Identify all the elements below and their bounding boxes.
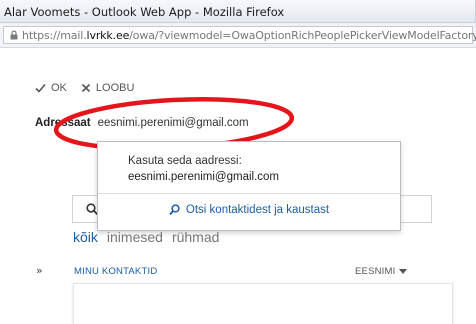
url-bar: https://mail.lvrkk.ee/owa/?viewmodel=Owa… (0, 23, 476, 48)
url-field[interactable]: https://mail.lvrkk.ee/owa/?viewmodel=Owa… (3, 26, 476, 44)
use-address-email[interactable]: eesnimi.perenimi@gmail.com (128, 169, 279, 185)
filter-groups[interactable]: rühmad (172, 229, 219, 245)
url-domain: lvrkk.ee (86, 29, 130, 42)
checkmark-icon (35, 83, 46, 93)
search-contacts-link[interactable]: Otsi kontaktidest ja kaustast (98, 204, 400, 216)
my-contacts-heading[interactable]: MINU KONTAKTID (74, 266, 157, 277)
url-text: https://mail.lvrkk.ee/owa/?viewmodel=Owa… (22, 29, 476, 42)
chevron-down-icon (399, 269, 408, 274)
sort-menu[interactable]: EESNIMI (355, 266, 408, 277)
contact-list-pane (73, 283, 453, 324)
window-title: Alar Voomets - Outlook Web App - Mozilla… (4, 5, 285, 19)
filter-tabs: kõik inimesed rühmad (73, 229, 228, 245)
expand-folders-button[interactable]: » (36, 264, 43, 277)
filter-people[interactable]: inimesed (107, 229, 163, 245)
window-titlebar: Alar Voomets - Outlook Web App - Mozilla… (0, 0, 476, 23)
dropdown-divider (98, 193, 400, 194)
use-address-label[interactable]: Kasuta seda aadressi: (128, 153, 242, 169)
suggestion-dropdown: Kasuta seda aadressi: eesnimi.perenimi@g… (97, 141, 401, 231)
search-contacts-label: Otsi kontaktidest ja kaustast (185, 204, 330, 216)
search-icon (169, 204, 180, 216)
filter-all[interactable]: kõik (73, 229, 98, 245)
sort-label: EESNIMI (355, 266, 396, 277)
lock-icon (10, 30, 18, 40)
